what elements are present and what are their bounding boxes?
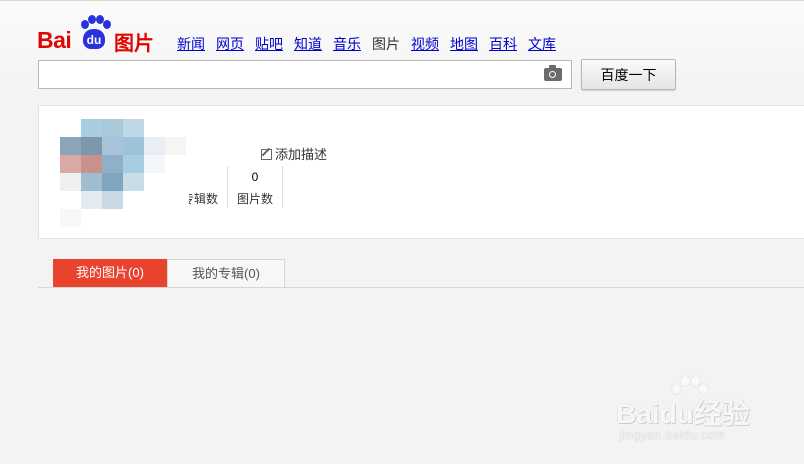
nav-wenku[interactable]: 文库 <box>528 34 556 54</box>
avatar-pixel <box>60 155 81 173</box>
avatar-pixel <box>165 137 186 155</box>
avatar-pixel <box>81 191 102 209</box>
logo-tupian-text: 图片 <box>114 33 154 55</box>
avatar-pixel <box>144 137 165 155</box>
avatar-pixel <box>165 119 186 137</box>
nav-tieba[interactable]: 贴吧 <box>255 34 283 54</box>
watermark-url: jingyan.baidu.com <box>620 428 726 442</box>
avatar-pixel <box>81 173 102 191</box>
edit-icon <box>261 149 272 160</box>
stat-albums[interactable]: 专辑数 <box>189 166 228 208</box>
avatar-pixel <box>60 191 81 209</box>
avatar <box>60 119 186 227</box>
channel-nav: 新闻 网页 贴吧 知道 音乐 图片 视频 地图 百科 文库 <box>177 34 567 54</box>
logo-du-text: du <box>83 29 105 49</box>
search-box <box>38 60 572 89</box>
baidu-image-logo[interactable]: Bai du 图片 <box>37 13 159 55</box>
avatar-pixel <box>102 209 123 227</box>
avatar-pixel <box>81 119 102 137</box>
avatar-pixel <box>165 191 186 209</box>
stat-images-value: 0 <box>251 170 259 184</box>
stat-images[interactable]: 0 图片数 <box>228 166 284 208</box>
avatar-pixel <box>81 155 102 173</box>
avatar-pixel <box>102 155 123 173</box>
tab-bar: 我的图片(0) 我的专辑(0) <box>38 259 804 288</box>
avatar-pixel <box>165 155 186 173</box>
paw-icon: du <box>78 15 111 51</box>
avatar-pixel <box>123 209 144 227</box>
avatar-pixel <box>123 191 144 209</box>
search-input[interactable] <box>43 64 537 87</box>
nav-web[interactable]: 网页 <box>216 34 244 54</box>
nav-music[interactable]: 音乐 <box>333 34 361 54</box>
avatar-pixel <box>123 155 144 173</box>
avatar-pixel <box>165 173 186 191</box>
stat-albums-label: 专辑数 <box>189 192 218 206</box>
avatar-pixel <box>102 137 123 155</box>
search-button[interactable]: 百度一下 <box>581 59 676 90</box>
watermark: Baidu经验 jingyan.baidu.com <box>616 372 786 447</box>
avatar-pixel <box>144 119 165 137</box>
profile-stats: 专辑数 0 图片数 <box>189 166 284 208</box>
nav-images[interactable]: 图片 <box>372 34 400 54</box>
avatar-pixel <box>60 137 81 155</box>
nav-map[interactable]: 地图 <box>450 34 478 54</box>
nav-zhidao[interactable]: 知道 <box>294 34 322 54</box>
header: Bai du 图片 新闻 网页 贴吧 知道 音乐 图片 视频 地图 百科 文库 … <box>0 1 804 96</box>
avatar-pixel <box>144 191 165 209</box>
nav-baike[interactable]: 百科 <box>489 34 517 54</box>
avatar-pixel <box>144 209 165 227</box>
tab-my-albums[interactable]: 我的专辑(0) <box>167 259 285 287</box>
avatar-pixel <box>102 173 123 191</box>
stat-images-label: 图片数 <box>237 192 274 206</box>
avatar-pixel <box>165 209 186 227</box>
avatar-pixel <box>123 119 144 137</box>
camera-icon[interactable] <box>544 65 562 81</box>
avatar-pixel <box>102 119 123 137</box>
logo-bai-text: Bai <box>37 27 72 53</box>
nav-news[interactable]: 新闻 <box>177 34 205 54</box>
avatar-pixel <box>102 191 123 209</box>
tab-my-images[interactable]: 我的图片(0) <box>53 259 167 287</box>
avatar-pixel <box>81 209 102 227</box>
add-description-label: 添加描述 <box>275 147 328 162</box>
add-description-link[interactable]: 添加描述 <box>261 144 328 162</box>
avatar-pixel <box>60 173 81 191</box>
avatar-pixel <box>60 209 81 227</box>
nav-video[interactable]: 视频 <box>411 34 439 54</box>
stat-albums-value <box>189 168 218 186</box>
avatar-pixel <box>60 119 81 137</box>
avatar-pixel <box>144 155 165 173</box>
avatar-pixel <box>81 137 102 155</box>
profile-card: 添加描述 专辑数 0 图片数 <box>38 105 804 239</box>
avatar-pixel <box>144 173 165 191</box>
avatar-pixel <box>123 137 144 155</box>
watermark-brand: Baidu经验 <box>616 398 750 429</box>
avatar-pixel <box>123 173 144 191</box>
